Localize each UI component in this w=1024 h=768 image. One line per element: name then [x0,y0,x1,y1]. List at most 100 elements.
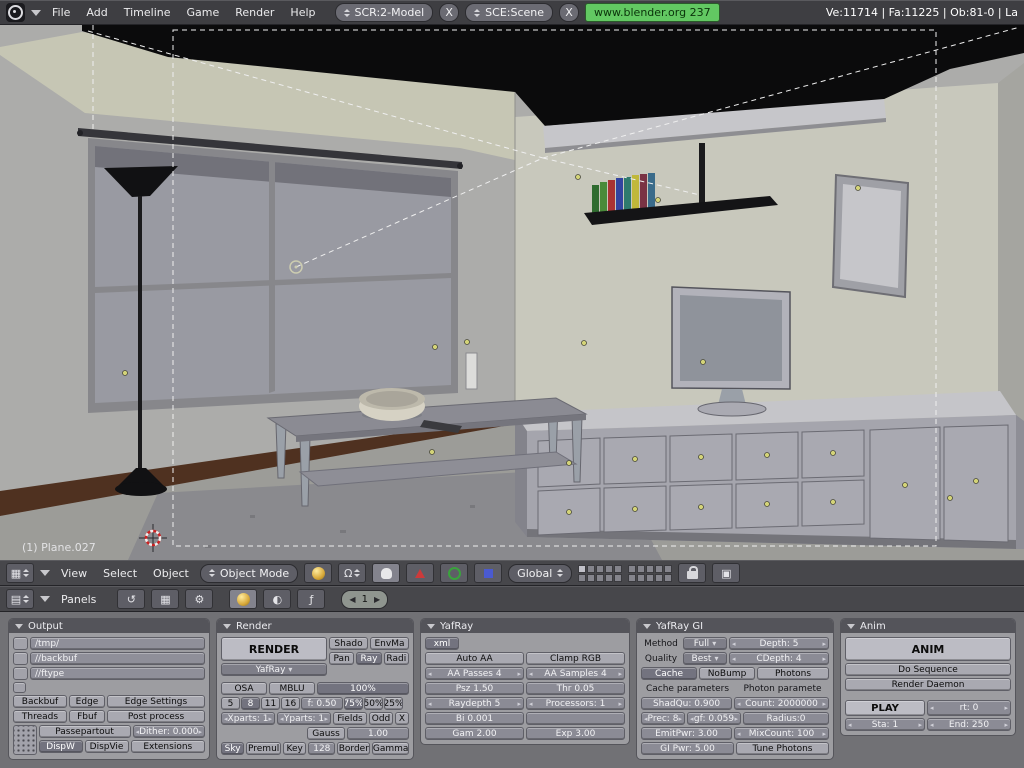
bias-slider[interactable]: Bi 0.001 [425,712,524,725]
dither-field[interactable]: Dither: 0.000 [132,725,205,738]
render-preview-icon[interactable]: ▣ [712,563,741,583]
fcurve-subcontext-icon[interactable]: ƒ [297,589,326,609]
dispwin-toggle[interactable]: DispW [38,740,83,753]
lock-icon[interactable] [678,563,707,583]
manipulator-translate-icon[interactable] [406,563,435,583]
play-button[interactable]: PLAY [845,700,925,716]
window-type-icon[interactable]: ▤ [6,589,34,609]
orientation-selector[interactable]: Global [508,563,573,583]
gi-cdepth-field[interactable]: CDepth: 4 [729,652,829,665]
xml-toggle[interactable]: xml [425,637,459,650]
manipulator-rotate-icon[interactable] [440,563,469,583]
file-select-icon[interactable] [13,637,28,650]
header-collapse-icon[interactable] [40,596,50,602]
mixcount-field[interactable]: MixCount: 100 [734,727,829,740]
panels-menu[interactable]: Panels [56,593,101,606]
panel-output-header[interactable]: Output [9,619,209,633]
radius-slider[interactable]: Radius:0 [743,712,829,725]
post-process-button[interactable]: Post process [107,710,205,723]
extensions-toggle[interactable]: Extensions [130,740,205,753]
screen-close-button[interactable]: X [439,3,460,22]
rt-field[interactable]: rt: 0 [927,700,1011,716]
border-toggle[interactable]: Border [337,742,371,755]
picture-frame[interactable] [831,173,910,299]
pano-toggle[interactable]: Pan [329,652,355,665]
panel-render-header[interactable]: Render [217,619,413,633]
render-daemon-toggle[interactable]: Render Daemon [845,678,1011,691]
script-context-icon[interactable]: ▦ [151,589,180,609]
menu-object[interactable]: Object [148,567,194,580]
xparts-field[interactable]: Xparts: 1 [221,712,275,725]
frame-number-stepper[interactable]: ◀ 1 ▶ [341,589,389,609]
output-path-field[interactable]: /tmp/ [30,637,205,650]
file-select-icon[interactable] [13,652,28,665]
premul-toggle[interactable]: Premul [246,742,282,755]
gauss-toggle[interactable]: Gauss [307,727,345,740]
render-button[interactable]: RENDER [221,637,327,661]
aa-samples-field[interactable]: AA Samples 4 [526,667,625,680]
exposure-slider[interactable]: Exp 3.00 [526,727,625,740]
start-frame-field[interactable]: Sta: 1 [845,718,925,731]
panel-yafray-header[interactable]: YafRay [421,619,629,633]
osa-5-button[interactable]: 5 [221,697,240,710]
x-toggle[interactable]: X [395,712,409,725]
scene-close-button[interactable]: X [559,3,580,22]
ftype-path-field[interactable]: //ftype [30,667,205,680]
screen-selector[interactable]: SCR:2-Model [334,3,434,22]
anim-button[interactable]: ANIM [845,637,1011,661]
threshold-slider[interactable]: Thr 0.05 [526,682,625,695]
header-collapse-icon[interactable] [40,570,50,576]
layer-buttons-left[interactable] [578,564,623,582]
engine-selector[interactable]: YafRay [221,663,327,676]
sky-toggle[interactable]: Sky [221,742,245,755]
file-select-icon[interactable] [13,667,28,680]
header-collapse-icon[interactable] [31,9,41,16]
manipulator-hand-icon[interactable] [372,563,401,583]
edge-toggle[interactable]: Edge [69,695,105,708]
emitpwr-slider[interactable]: EmitPwr: 3.00 [641,727,732,740]
gamma-slider[interactable]: Gam 2.00 [425,727,524,740]
cache-toggle[interactable]: Cache [641,667,697,680]
material-subcontext-icon[interactable] [229,589,258,609]
gi-quality-selector[interactable]: Best [683,652,727,665]
processors-field[interactable]: Processors: 1 [526,697,625,710]
gi-power-slider[interactable]: GI Pwr: 5.00 [641,742,734,755]
shadow-toggle[interactable]: Shado [329,637,368,650]
size-100-button[interactable]: 100% [317,682,409,695]
frame-next-icon[interactable]: ▶ [374,595,380,604]
yparts-field[interactable]: Yparts: 1 [277,712,331,725]
nobump-toggle[interactable]: NoBump [699,667,755,680]
gamma-toggle[interactable]: Gamma [372,742,410,755]
dispview-toggle[interactable]: DispVie [84,740,129,753]
menu-view[interactable]: View [56,567,92,580]
gauss-filter-slider[interactable]: 1.00 [347,727,409,740]
osa-8-button[interactable]: 8 [241,697,260,710]
panel-yafray-gi-header[interactable]: YafRay GI [637,619,833,633]
key-toggle[interactable]: Key [283,742,307,755]
photon-count-field[interactable]: Count: 2000000 [734,697,829,710]
odd-toggle[interactable]: Odd [369,712,393,725]
scene-icon-button[interactable] [13,682,26,693]
scene-selector[interactable]: SCE:Scene [465,3,554,22]
menu-help[interactable]: Help [285,6,320,19]
shading-context-icon[interactable]: ⚙ [185,589,214,609]
mblur-toggle[interactable]: MBLU [269,682,315,695]
world-subcontext-icon[interactable]: ◐ [263,589,292,609]
bias-slider-2[interactable] [526,712,625,725]
size-25-button[interactable]: 25% [384,697,403,710]
sideboard-cabinet[interactable] [515,391,1024,549]
menu-game[interactable]: Game [182,6,225,19]
shadqu-slider[interactable]: ShadQu: 0.900 [641,697,732,710]
bowl[interactable] [359,388,425,421]
manipulator-scale-icon[interactable] [474,563,503,583]
tune-photons-button[interactable]: Tune Photons [736,742,829,755]
ray-toggle[interactable]: Ray [356,652,382,665]
draw-type-icon[interactable] [304,563,333,583]
osa-toggle[interactable]: OSA [221,682,267,695]
menu-file[interactable]: File [47,6,75,19]
panel-anim-header[interactable]: Anim [841,619,1015,633]
gf-field[interactable]: gf: 0.059 [687,712,741,725]
frame-prev-icon[interactable]: ◀ [349,595,355,604]
clamp-rgb-toggle[interactable]: Clamp RGB [526,652,625,665]
end-frame-field[interactable]: End: 250 [927,718,1011,731]
